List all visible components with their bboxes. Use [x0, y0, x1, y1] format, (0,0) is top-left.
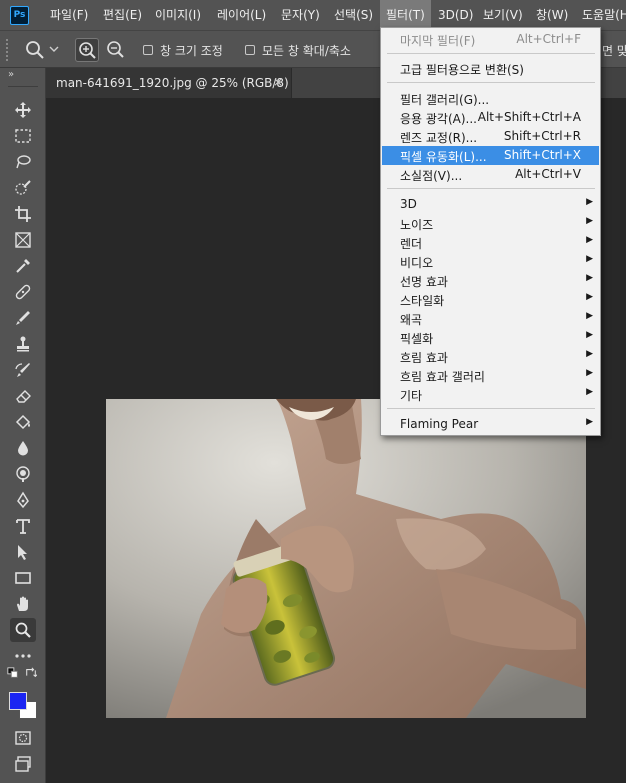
- filter-menu-dropdown: 마지막 필터(F) Alt+Ctrl+F 고급 필터용으로 변환(S) 필터 갤…: [380, 27, 601, 436]
- photoshop-logo: Ps: [10, 6, 29, 25]
- move-tool-icon[interactable]: [10, 98, 36, 122]
- zoom-all-label: 모든 창 확대/축소: [262, 44, 351, 58]
- menu-separator: [387, 53, 595, 54]
- zoom-all-checkbox[interactable]: [245, 45, 255, 55]
- frame-tool-icon[interactable]: [10, 228, 36, 252]
- submenu-arrow-icon: ▶: [586, 330, 593, 340]
- dodge-tool-icon[interactable]: [10, 462, 36, 486]
- foreground-color-swatch-top[interactable]: [9, 692, 27, 710]
- fit-screen-label[interactable]: 면 맞: [602, 42, 626, 59]
- submenu-arrow-icon: ▶: [586, 292, 593, 302]
- lasso-tool-icon[interactable]: [10, 150, 36, 174]
- submenu-3d[interactable]: 3D ▶: [382, 195, 599, 214]
- document-tab[interactable]: man-641691_1920.jpg @ 25% (RGB/8) ×: [46, 68, 292, 98]
- submenu-arrow-icon: ▶: [586, 197, 593, 207]
- document-image[interactable]: [106, 399, 586, 718]
- submenu-blur[interactable]: 흐림 효과 ▶: [382, 347, 599, 366]
- submenu-sharpen[interactable]: 선명 효과 ▶: [382, 271, 599, 290]
- menu-type[interactable]: 문자(Y): [275, 0, 326, 30]
- submenu-video[interactable]: 비디오 ▶: [382, 252, 599, 271]
- menu-window[interactable]: 창(W): [530, 0, 574, 30]
- toolbar-divider: [8, 86, 38, 87]
- menu-help[interactable]: 도움말(H): [576, 0, 626, 30]
- submenu-blur-gallery[interactable]: 흐림 효과 갤러리 ▶: [382, 366, 599, 385]
- menu-image[interactable]: 이미지(I): [149, 0, 207, 30]
- path-selection-tool-icon[interactable]: [10, 540, 36, 564]
- menu-item-adaptive-wide-angle[interactable]: 응용 광각(A)... Alt+Shift+Ctrl+A: [382, 108, 599, 127]
- submenu-arrow-icon: ▶: [586, 273, 593, 283]
- menu-layer[interactable]: 레이어(L): [211, 0, 272, 30]
- zoom-out-button[interactable]: [104, 38, 128, 62]
- menu-item-liquify[interactable]: 픽셀 유동화(L)... Shift+Ctrl+X: [382, 146, 599, 165]
- submenu-distort[interactable]: 왜곡 ▶: [382, 309, 599, 328]
- resize-windows-label: 창 크기 조정: [160, 44, 223, 58]
- submenu-render[interactable]: 렌더 ▶: [382, 233, 599, 252]
- submenu-arrow-icon: ▶: [586, 349, 593, 359]
- more-tools-icon[interactable]: [10, 644, 36, 668]
- submenu-other[interactable]: 기타 ▶: [382, 385, 599, 404]
- submenu-arrow-icon: ▶: [586, 254, 593, 264]
- submenu-arrow-icon: ▶: [586, 311, 593, 321]
- paint-bucket-tool-icon[interactable]: [10, 410, 36, 434]
- type-tool-icon[interactable]: [10, 514, 36, 538]
- menu-separator: [387, 408, 595, 409]
- zoom-tool-preset-icon[interactable]: [24, 39, 46, 61]
- close-icon[interactable]: ×: [273, 75, 283, 89]
- submenu-arrow-icon: ▶: [586, 417, 593, 427]
- zoom-in-button[interactable]: [75, 38, 99, 62]
- menu-bar: Ps 파일(F) 편집(E) 이미지(I) 레이어(L) 문자(Y) 선택(S)…: [0, 0, 626, 30]
- pen-tool-icon[interactable]: [10, 488, 36, 512]
- submenu-noise[interactable]: 노이즈 ▶: [382, 214, 599, 233]
- marquee-tool-icon[interactable]: [10, 124, 36, 148]
- default-colors-icon[interactable]: [6, 666, 20, 680]
- screen-mode-icon[interactable]: [10, 752, 36, 776]
- rectangle-tool-icon[interactable]: [10, 566, 36, 590]
- crop-tool-icon[interactable]: [10, 202, 36, 226]
- menu-select[interactable]: 선택(S): [328, 0, 379, 30]
- brush-tool-icon[interactable]: [10, 306, 36, 330]
- menu-item-last-filter[interactable]: 마지막 필터(F) Alt+Ctrl+F: [382, 30, 599, 49]
- submenu-flaming-pear[interactable]: Flaming Pear ▶: [382, 415, 599, 434]
- quick-selection-tool-icon[interactable]: [10, 176, 36, 200]
- menu-separator: [387, 188, 595, 189]
- swap-colors-icon[interactable]: [24, 666, 38, 680]
- quick-mask-icon[interactable]: [10, 726, 36, 750]
- menu-item-vanishing-point[interactable]: 소실점(V)... Alt+Ctrl+V: [382, 165, 599, 184]
- menu-item-convert-smart-filters[interactable]: 고급 필터용으로 변환(S): [382, 59, 599, 78]
- hand-tool-icon[interactable]: [10, 592, 36, 616]
- submenu-stylize[interactable]: 스타일화 ▶: [382, 290, 599, 309]
- history-brush-tool-icon[interactable]: [10, 358, 36, 382]
- clone-stamp-tool-icon[interactable]: [10, 332, 36, 356]
- chevron-down-icon[interactable]: [48, 43, 60, 55]
- menu-edit[interactable]: 편집(E): [97, 0, 148, 30]
- submenu-arrow-icon: ▶: [586, 235, 593, 245]
- resize-windows-checkbox[interactable]: [143, 45, 153, 55]
- menu-separator: [387, 82, 595, 83]
- blur-tool-icon[interactable]: [10, 436, 36, 460]
- zoom-tool-icon[interactable]: [10, 618, 36, 642]
- submenu-arrow-icon: ▶: [586, 387, 593, 397]
- healing-brush-tool-icon[interactable]: [10, 280, 36, 304]
- document-tab-title: man-641691_1920.jpg @ 25% (RGB/8): [56, 76, 289, 90]
- menu-file[interactable]: 파일(F): [44, 0, 94, 30]
- menu-filter[interactable]: 필터(T): [380, 0, 431, 30]
- options-grip[interactable]: [6, 39, 10, 61]
- eyedropper-tool-icon[interactable]: [10, 254, 36, 278]
- menu-item-lens-correction[interactable]: 렌즈 교정(R)... Shift+Ctrl+R: [382, 127, 599, 146]
- menu-3d[interactable]: 3D(D): [432, 0, 479, 30]
- submenu-arrow-icon: ▶: [586, 368, 593, 378]
- tools-panel: »: [0, 68, 46, 783]
- eraser-tool-icon[interactable]: [10, 384, 36, 408]
- submenu-arrow-icon: ▶: [586, 216, 593, 226]
- submenu-pixelate[interactable]: 픽셀화 ▶: [382, 328, 599, 347]
- collapse-panel-icon[interactable]: »: [8, 69, 14, 80]
- menu-view[interactable]: 보기(V): [477, 0, 529, 30]
- menu-item-filter-gallery[interactable]: 필터 갤러리(G)...: [382, 89, 599, 108]
